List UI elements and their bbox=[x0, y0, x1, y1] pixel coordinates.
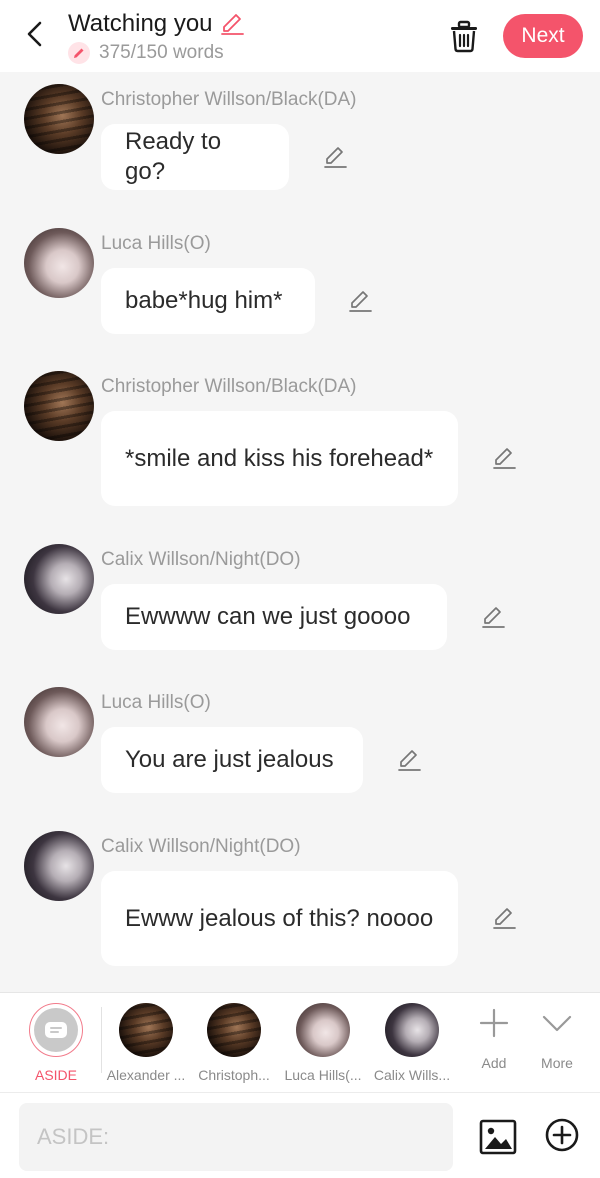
add-label: Add bbox=[481, 1055, 507, 1071]
aside-icon bbox=[34, 1008, 78, 1052]
message-bubble[interactable]: Ewwww can we just goooo bbox=[101, 584, 447, 650]
character-option[interactable]: Alexander ... bbox=[101, 993, 191, 1093]
character-label: Alexander ... bbox=[106, 1067, 186, 1083]
character-name: Calix Willson/Night(DO) bbox=[101, 836, 301, 857]
avatar bbox=[296, 1003, 350, 1057]
character-selector: ASIDE Alexander ... Christoph... Luca Hi… bbox=[0, 992, 600, 1092]
message-input[interactable] bbox=[19, 1103, 453, 1171]
character-label: Christoph... bbox=[198, 1067, 270, 1083]
plus-icon bbox=[479, 1008, 509, 1038]
image-icon[interactable] bbox=[479, 1118, 517, 1156]
character-label: Luca Hills(... bbox=[284, 1067, 362, 1083]
edit-icon[interactable] bbox=[322, 144, 348, 170]
pencil-icon bbox=[68, 42, 90, 64]
composer bbox=[0, 1092, 600, 1178]
character-option[interactable]: Calix Wills... bbox=[367, 993, 457, 1093]
character-name: Luca Hills(O) bbox=[101, 692, 211, 713]
word-count: 375/150 words bbox=[99, 42, 224, 63]
back-arrow-icon[interactable] bbox=[18, 16, 52, 52]
avatar[interactable] bbox=[24, 687, 94, 757]
edit-title-icon[interactable] bbox=[219, 11, 245, 37]
trash-icon[interactable] bbox=[446, 18, 482, 54]
avatar[interactable] bbox=[24, 544, 94, 614]
character-name: Calix Willson/Night(DO) bbox=[101, 549, 301, 570]
chat-message: Luca Hills(O) You are just jealous bbox=[0, 687, 600, 797]
character-name: Christopher Willson/Black(DA) bbox=[101, 89, 357, 110]
avatar[interactable] bbox=[24, 371, 94, 441]
message-bubble[interactable]: babe*hug him* bbox=[101, 268, 315, 334]
avatar[interactable] bbox=[24, 84, 94, 154]
word-count-row: 375/150 words bbox=[68, 40, 224, 66]
add-character-button[interactable]: Add bbox=[464, 993, 524, 1093]
add-circle-icon[interactable] bbox=[545, 1118, 579, 1152]
chat-message: Christopher Willson/Black(DA) Ready to g… bbox=[0, 84, 600, 194]
aside-avatar bbox=[29, 1003, 83, 1057]
character-option[interactable]: Christoph... bbox=[189, 993, 279, 1093]
story-title-row: Watching you bbox=[68, 8, 245, 40]
character-name: Luca Hills(O) bbox=[101, 233, 211, 254]
edit-icon[interactable] bbox=[396, 747, 422, 773]
edit-icon[interactable] bbox=[491, 905, 517, 931]
message-bubble[interactable]: Ewww jealous of this? noooo bbox=[101, 871, 458, 966]
character-label: ASIDE bbox=[34, 1067, 77, 1083]
more-label: More bbox=[541, 1055, 573, 1071]
avatar bbox=[119, 1003, 173, 1057]
edit-icon[interactable] bbox=[347, 288, 373, 314]
chat-message: Luca Hills(O) babe*hug him* bbox=[0, 228, 600, 338]
message-bubble[interactable]: Ready to go? bbox=[101, 124, 289, 190]
message-bubble[interactable]: You are just jealous bbox=[101, 727, 363, 793]
edit-icon[interactable] bbox=[480, 604, 506, 630]
avatar[interactable] bbox=[24, 228, 94, 298]
chat-message: Calix Willson/Night(DO) Ewwww can we jus… bbox=[0, 544, 600, 654]
more-button[interactable]: More bbox=[527, 993, 587, 1093]
avatar[interactable] bbox=[24, 831, 94, 901]
character-label: Calix Wills... bbox=[373, 1067, 451, 1083]
chat-message: Calix Willson/Night(DO) Ewww jealous of … bbox=[0, 831, 600, 971]
top-bar: Watching you 375/150 words Next bbox=[0, 0, 600, 72]
edit-icon[interactable] bbox=[491, 445, 517, 471]
character-name: Christopher Willson/Black(DA) bbox=[101, 376, 357, 397]
chevron-down-icon bbox=[542, 1015, 572, 1032]
story-title: Watching you bbox=[68, 10, 213, 37]
next-button[interactable]: Next bbox=[503, 14, 583, 58]
message-bubble[interactable]: *smile and kiss his forehead* bbox=[101, 411, 458, 506]
character-option-aside[interactable]: ASIDE bbox=[11, 993, 101, 1093]
chat-message: Christopher Willson/Black(DA) *smile and… bbox=[0, 371, 600, 511]
character-option[interactable]: Luca Hills(... bbox=[278, 993, 368, 1093]
avatar bbox=[385, 1003, 439, 1057]
avatar bbox=[207, 1003, 261, 1057]
